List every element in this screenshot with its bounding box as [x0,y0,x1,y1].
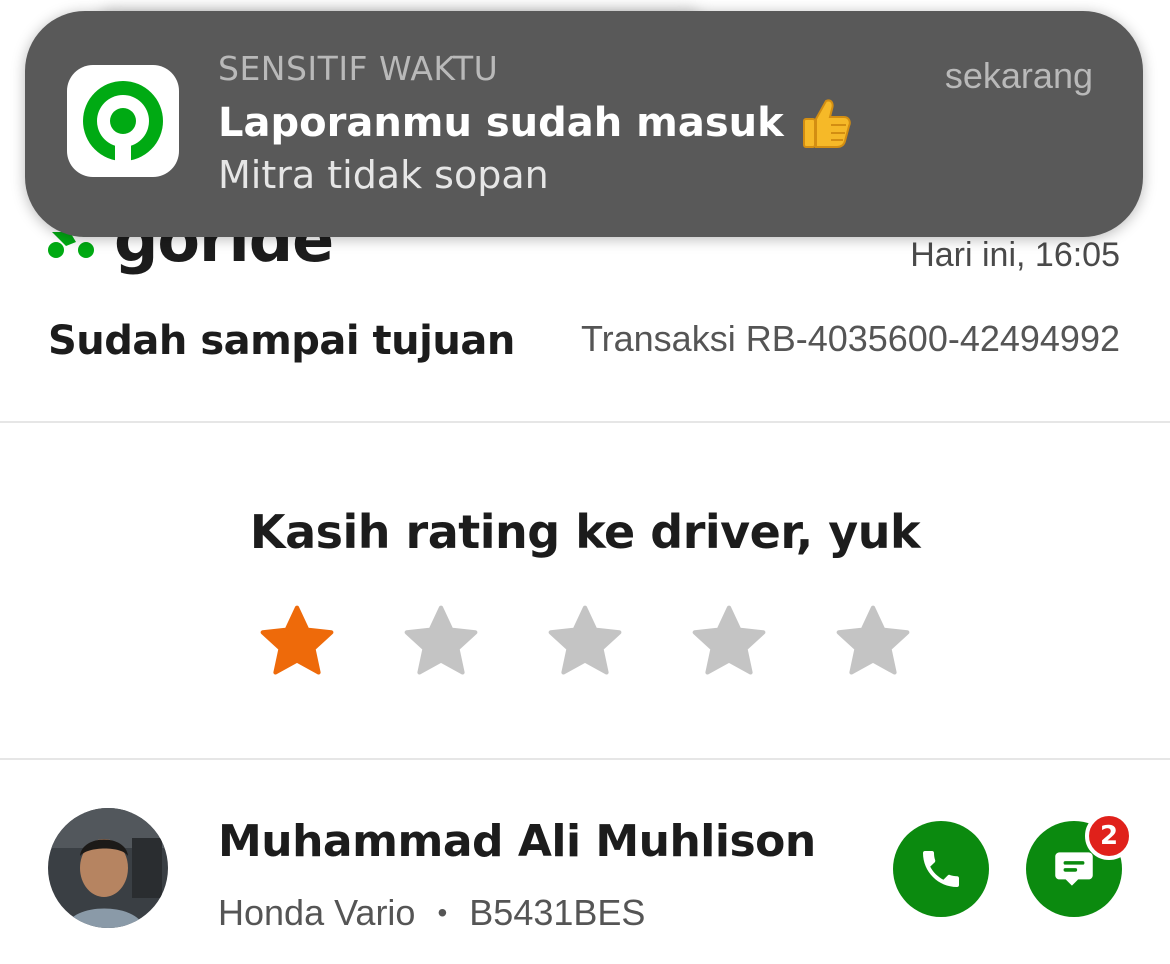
driver-photo [48,808,168,928]
license-plate: B5431BES [469,892,646,933]
transaction-id[interactable]: Transaksi RB-4035600-42494992 [581,318,1120,360]
star-2-icon[interactable] [399,600,483,684]
order-status: Sudah sampai tujuan [48,318,515,364]
rating-section: Kasih rating ke driver, yuk [0,425,1170,760]
notification-label: SENSITIF WAKTU [218,49,499,88]
rating-title: Kasih rating ke driver, yuk [249,505,921,559]
phone-icon [923,851,959,887]
star-1-icon[interactable] [255,600,339,684]
order-time: Hari ini, 16:05 [910,236,1120,274]
notification-banner[interactable]: SENSITIF WAKTU sekarang Laporanmu sudah … [25,11,1143,237]
star-3-icon[interactable] [543,600,627,684]
driver-name: Muhammad Ali Muhlison [218,816,816,867]
vehicle-model: Honda Vario [218,892,416,933]
notification-title-text: Laporanmu sudah masuk [218,100,784,146]
separator-dot: • [437,897,448,928]
call-driver-button[interactable] [893,821,989,917]
thumbs-up-icon [802,99,851,148]
notification-title: Laporanmu sudah masuk [218,95,854,151]
star-4-icon[interactable] [687,600,771,684]
avatar [48,808,168,928]
star-rating[interactable] [255,600,915,684]
gojek-icon [67,65,179,177]
driver-section: Muhammad Ali Muhlison Honda Vario • B543… [0,762,1170,964]
notification-time: sekarang [944,55,1093,96]
gojek-logo [83,81,163,163]
notification-body: Mitra tidak sopan [218,153,549,197]
chat-unread-badge: 2 [1085,812,1133,860]
driver-vehicle-info: Honda Vario • B5431BES [218,892,645,934]
star-5-icon[interactable] [831,600,915,684]
